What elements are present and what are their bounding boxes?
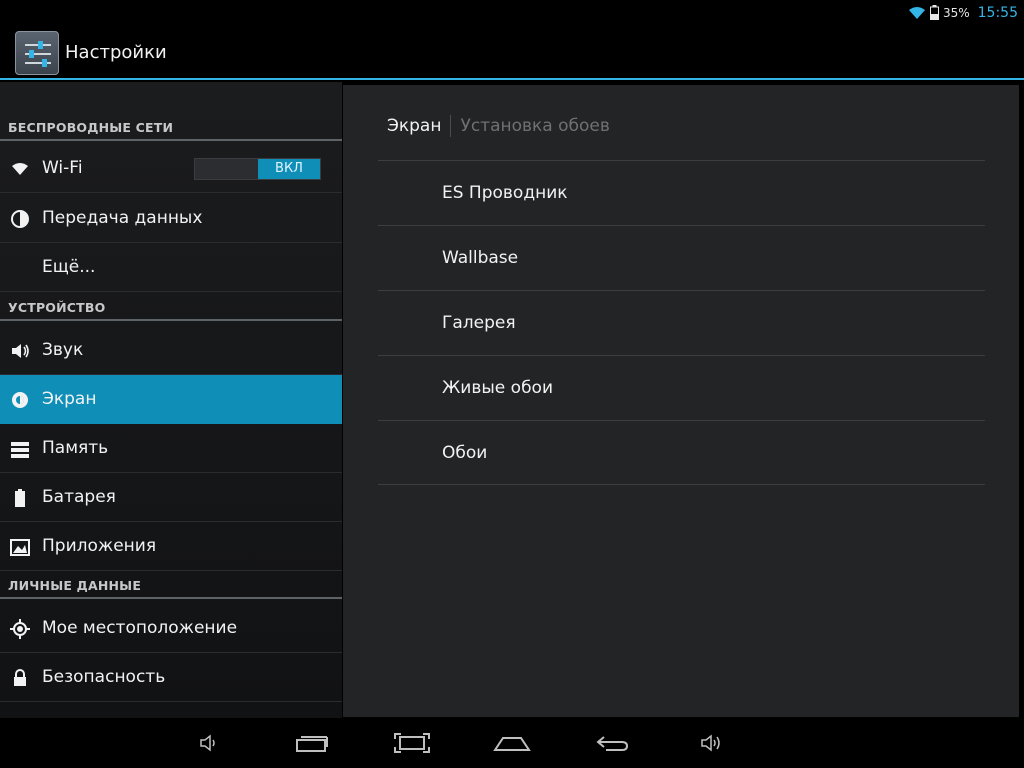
list-item-wallpapers[interactable]: Обои: [378, 420, 985, 485]
list-item-es-explorer[interactable]: ES Проводник: [378, 160, 985, 225]
sidebar-item-security[interactable]: Безопасность: [0, 653, 342, 702]
home-icon: [493, 737, 531, 751]
back-icon: [596, 736, 629, 751]
volume-up-button[interactable]: [692, 728, 732, 758]
sidebar-item-label: Приложения: [42, 536, 157, 556]
list-item-label: Живые обои: [442, 378, 553, 398]
brightness-icon: [12, 392, 28, 408]
navigation-bar: [0, 718, 1024, 768]
status-bar: 35% 15:55: [0, 0, 1024, 25]
apps-icon: [10, 539, 30, 556]
sidebar-item-label: Передача данных: [42, 208, 203, 228]
wallpaper-source-list: ES Проводник Wallbase Галерея Живые обои…: [378, 160, 985, 485]
settings-sliders-icon[interactable]: [15, 31, 59, 75]
breadcrumb-subtitle: Установка обоев: [460, 116, 610, 136]
breadcrumb: Экран Установка обоев: [387, 115, 610, 137]
storage-icon: [11, 442, 29, 458]
volume-up-icon: [701, 734, 720, 752]
lock-icon: [14, 669, 26, 686]
sidebar-item-label: Память: [42, 438, 109, 458]
sidebar-item-apps[interactable]: Приложения: [0, 522, 342, 571]
list-item-gallery[interactable]: Галерея: [378, 290, 985, 355]
volume-down-button[interactable]: [190, 728, 230, 758]
breadcrumb-divider: [450, 115, 452, 137]
list-item-label: Wallbase: [442, 248, 519, 268]
list-item-live-wallpapers[interactable]: Живые обои: [378, 355, 985, 420]
sidebar-item-label: Wi-Fi: [42, 158, 83, 178]
sidebar-item-sound[interactable]: Звук: [0, 326, 342, 375]
sidebar-item-label: Батарея: [42, 487, 116, 507]
clock: 15:55: [977, 4, 1018, 21]
data-usage-icon: [11, 210, 29, 228]
sidebar-item-wifi[interactable]: Wi-Fi ВКЛ: [0, 144, 342, 193]
volume-down-icon: [200, 734, 215, 752]
detail-panel: Экран Установка обоев ES Проводник Wallb…: [343, 85, 1019, 717]
screenshot-icon: [394, 733, 430, 753]
back-button[interactable]: [592, 728, 632, 758]
section-header-wireless: БЕСПРОВОДНЫЕ СЕТИ: [0, 115, 342, 141]
sidebar-item-data-usage[interactable]: Передача данных: [0, 194, 342, 243]
list-item-label: ES Проводник: [442, 183, 568, 203]
list-item-label: Обои: [442, 443, 488, 463]
location-icon: [10, 619, 30, 639]
sidebar-item-label: Ещё...: [42, 257, 96, 277]
home-button[interactable]: [492, 728, 532, 758]
sidebar-item-storage[interactable]: Память: [0, 424, 342, 473]
wifi-toggle[interactable]: ВКЛ: [194, 158, 321, 180]
app-title: Настройки: [65, 42, 167, 63]
sidebar-item-more[interactable]: Ещё...: [0, 243, 342, 292]
speaker-icon: [12, 344, 29, 358]
section-header-personal: ЛИЧНЫЕ ДАННЫЕ: [0, 573, 342, 599]
screenshot-button[interactable]: [392, 728, 432, 758]
status-indicators: 35% 15:55: [908, 0, 1018, 25]
list-item-label: Галерея: [442, 313, 516, 333]
wifi-signal-icon: [908, 6, 925, 19]
battery-percent: 35%: [942, 5, 970, 20]
list-item-wallbase[interactable]: Wallbase: [378, 225, 985, 290]
sidebar-item-label: Экран: [42, 389, 97, 409]
wifi-icon: [12, 163, 28, 175]
breadcrumb-current[interactable]: Экран: [387, 116, 441, 136]
sidebar-item-label: Мое местоположение: [42, 618, 238, 638]
section-header-device: УСТРОЙСТВО: [0, 295, 342, 321]
toggle-on-label: ВКЛ: [258, 159, 320, 179]
sidebar-item-display[interactable]: Экран: [0, 375, 342, 424]
action-bar: Настройки: [0, 25, 1024, 80]
sidebar-item-battery[interactable]: Батарея: [0, 473, 342, 522]
sidebar-item-label: Безопасность: [42, 667, 166, 687]
battery-status-icon: [929, 5, 939, 20]
settings-sidebar: БЕСПРОВОДНЫЕ СЕТИ Wi-Fi ВКЛ Передача дан…: [0, 82, 342, 718]
recent-apps-button[interactable]: [292, 728, 332, 758]
sidebar-item-label: Звук: [42, 340, 84, 360]
recent-apps-icon: [296, 736, 328, 752]
sidebar-item-location[interactable]: Мое местоположение: [0, 604, 342, 653]
sidebar-item-partial[interactable]: [0, 702, 342, 718]
battery-icon: [15, 489, 25, 507]
